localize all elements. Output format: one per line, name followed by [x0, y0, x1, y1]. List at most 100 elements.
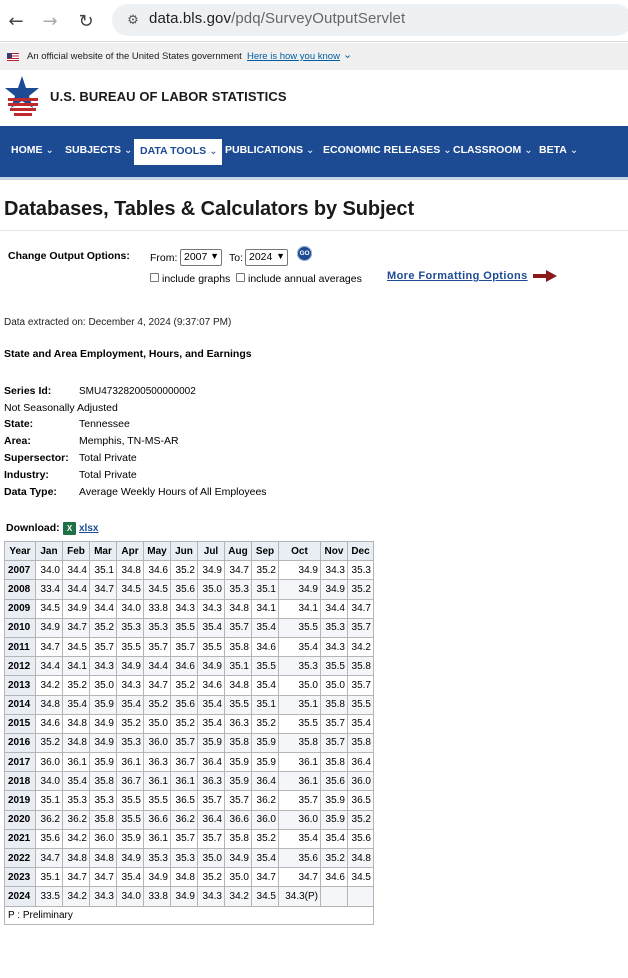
table-cell: 35.3: [89, 790, 117, 811]
table-cell: 34.2: [62, 828, 90, 850]
forward-arrow-icon[interactable]: →: [38, 9, 62, 33]
browser-toolbar: ← → ↻ ⚙ data.bls.gov/pdq/SurveyOutputSer…: [0, 0, 628, 42]
from-year-value: 2007: [184, 251, 208, 263]
table-cell: 34.4: [320, 598, 348, 619]
data-type-key: Data Type:: [4, 486, 57, 498]
table-cell: 35.9: [320, 809, 348, 830]
how-you-know-link[interactable]: Here is how you know: [247, 51, 340, 62]
table-cell: 36.0: [89, 828, 117, 850]
table-cell: 35.7: [278, 790, 321, 811]
table-row: 2017 36.0 36.1 35.9 36.1 36.3 36.7 36.4 35.9 35.9…: [4, 752, 374, 773]
include-graphs-checkbox[interactable]: [150, 273, 159, 282]
table-cell: 34.9: [89, 732, 117, 754]
table-cell: 35.0: [143, 713, 171, 734]
table-cell: 34.8: [347, 847, 374, 869]
nav-item-data-tools[interactable]: DATA TOOLS ⌄: [134, 139, 222, 165]
table-cell: 33.8: [143, 886, 171, 907]
table-cell: 34.8: [62, 847, 90, 869]
table-cell: 34.7: [278, 867, 321, 888]
arrow-right-icon[interactable]: [533, 270, 557, 282]
table-cell: 34.2: [62, 886, 90, 907]
to-year-select[interactable]: 2024 ▼: [245, 249, 288, 266]
table-cell: 36.4: [197, 809, 225, 830]
nav-item-label: BETA: [539, 144, 567, 156]
table-cell: 34.5: [62, 636, 90, 658]
row-year: 2012: [4, 656, 36, 677]
table-cell: 36.2: [35, 809, 63, 830]
table-cell: 35.2: [251, 713, 279, 734]
table-cell: 35.8: [278, 732, 321, 754]
table-row: 2009 34.5 34.9 34.4 34.0 33.8 34.3 34.3 34.8 34.1…: [4, 598, 374, 619]
reload-icon[interactable]: ↻: [74, 9, 98, 33]
title-divider: [0, 230, 628, 231]
table-cell: 35.5: [170, 617, 198, 638]
xlsx-download-link[interactable]: xlsx: [79, 523, 98, 534]
row-year: 2024: [4, 886, 36, 907]
table-cell: 34.9: [116, 847, 144, 869]
state-key: State:: [4, 418, 34, 430]
chevron-down-icon: ⌄: [209, 146, 218, 157]
table-cell: 35.8: [347, 732, 374, 754]
nav-item-classroom[interactable]: CLASSROOM ⌄: [453, 144, 533, 160]
data-type-value: Average Weekly Hours of All Employees: [79, 486, 267, 498]
table-cell: 34.2: [35, 675, 63, 696]
table-cell: 34.7: [62, 617, 90, 638]
table-row: 2015 34.6 34.8 34.9 35.2 35.0 35.2 35.4 36.3 35.2…: [4, 713, 374, 734]
site-title[interactable]: U.S. BUREAU OF LABOR STATISTICS: [50, 89, 287, 104]
nav-item-subjects[interactable]: SUBJECTS ⌄: [65, 144, 132, 160]
table-cell: 34.6: [170, 656, 198, 677]
address-bar[interactable]: ⚙ data.bls.gov/pdq/SurveyOutputServlet: [112, 4, 628, 36]
table-cell: 35.4: [347, 713, 374, 734]
nav-item-beta[interactable]: BETA ⌄: [539, 144, 578, 160]
table-cell: 34.8: [116, 560, 144, 581]
include-annual-averages-label[interactable]: include annual averages: [248, 273, 362, 285]
include-graphs-label[interactable]: include graphs: [162, 273, 230, 285]
from-label: From:: [150, 252, 178, 264]
column-header: Jun: [170, 540, 198, 562]
table-cell: 35.6: [170, 694, 198, 715]
more-formatting-options-link[interactable]: More Formatting Options: [387, 270, 528, 282]
area-key: Area:: [4, 435, 31, 447]
table-cell: 34.2: [224, 886, 252, 907]
chevron-down-icon: ▼: [276, 251, 285, 261]
excel-icon[interactable]: X: [63, 522, 76, 535]
table-row: 2014 34.8 35.4 35.9 35.4 35.2 35.6 35.4 35.5 35.1…: [4, 694, 374, 715]
table-cell: 35.2: [89, 617, 117, 638]
nav-item-home[interactable]: HOME ⌄: [11, 144, 54, 160]
table-cell: 35.9: [251, 732, 279, 754]
table-cell: 35.1: [35, 867, 63, 888]
table-cell: 34.3: [170, 598, 198, 619]
table-cell: 34.9: [197, 560, 225, 581]
url-text[interactable]: data.bls.gov/pdq/SurveyOutputServlet: [149, 10, 405, 27]
column-header: Mar: [89, 540, 117, 562]
back-arrow-icon[interactable]: ←: [4, 9, 28, 33]
table-cell: 36.0: [35, 752, 63, 773]
row-year: 2007: [4, 560, 36, 581]
area-value: Memphis, TN-MS-AR: [79, 435, 179, 447]
table-cell: 35.1: [224, 656, 252, 677]
nav-item-publications[interactable]: PUBLICATIONS ⌄: [225, 144, 314, 160]
table-cell: 34.2: [347, 636, 374, 658]
table-cell: 35.0: [224, 867, 252, 888]
table-cell: 35.3: [170, 847, 198, 869]
bls-logo-icon[interactable]: [2, 74, 42, 118]
table-cell: 35.9: [116, 828, 144, 850]
go-button[interactable]: GO: [297, 246, 312, 261]
nav-item-economic-releases[interactable]: ECONOMIC RELEASES ⌄: [323, 144, 452, 160]
table-cell: 35.4: [116, 867, 144, 888]
table-cell: 34.9: [224, 847, 252, 869]
table-cell: 35.9: [89, 752, 117, 773]
include-annual-averages-checkbox[interactable]: [236, 273, 245, 282]
table-cell: 35.9: [197, 732, 225, 754]
table-cell: 34.3: [197, 598, 225, 619]
from-year-select[interactable]: 2007 ▼: [180, 249, 222, 266]
table-row: 2011 34.7 34.5 35.7 35.5 35.7 35.7 35.5 35.8 34.6…: [4, 636, 374, 658]
table-cell: 34.3: [320, 560, 348, 581]
table-cell: 35.5: [197, 636, 225, 658]
row-year: 2018: [4, 771, 36, 792]
site-info-icon[interactable]: ⚙: [120, 8, 146, 32]
chevron-down-icon[interactable]: ⌄: [343, 48, 352, 61]
table-cell: 34.7: [224, 560, 252, 581]
table-cell: 35.1: [35, 790, 63, 811]
table-cell: 35.2: [143, 694, 171, 715]
